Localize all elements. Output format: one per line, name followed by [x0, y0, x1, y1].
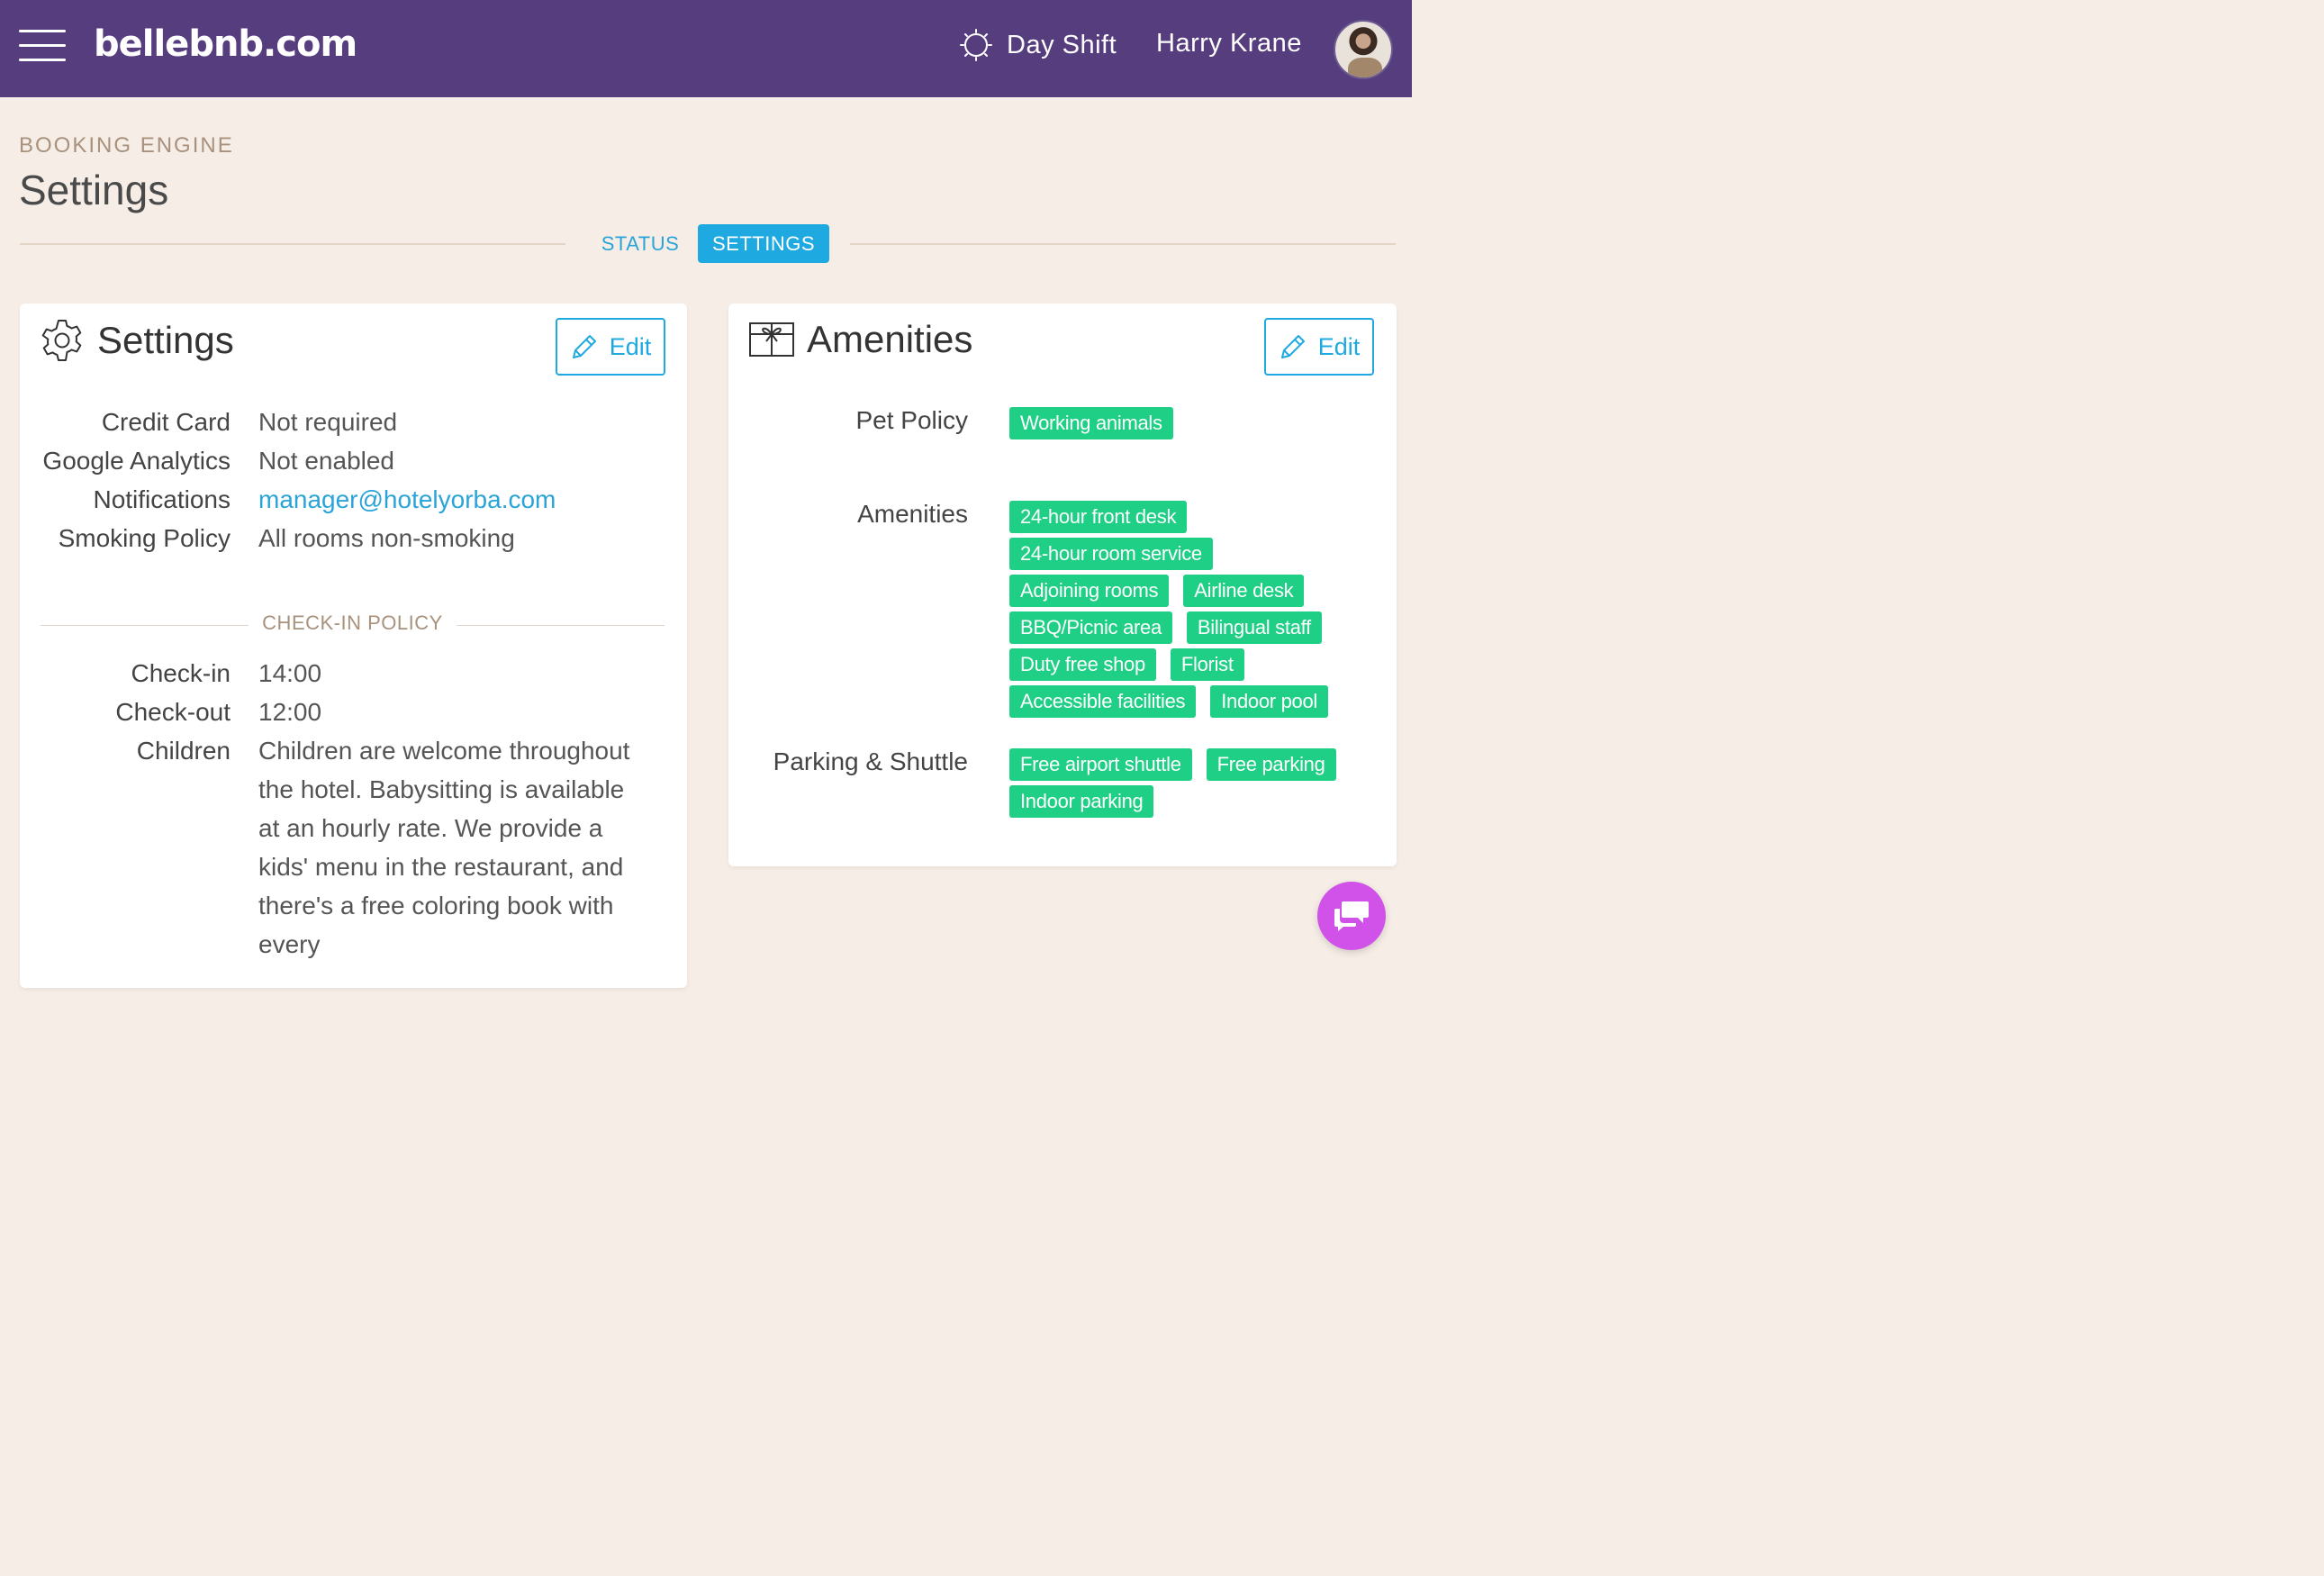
field-google-analytics: Google Analytics Not enabled	[20, 441, 394, 480]
parking-shuttle-tags: Free airport shuttle Free parking Indoor…	[1009, 748, 1370, 822]
avatar[interactable]	[1334, 20, 1393, 79]
user-name[interactable]: Harry Krane	[1156, 29, 1302, 59]
tab-status[interactable]: STATUS	[594, 224, 686, 263]
amenities-card-header: Amenities	[749, 318, 972, 361]
sun-icon	[960, 29, 992, 61]
top-bar: bellebnb.com Day Shift Harry Krane	[0, 0, 1412, 97]
field-value: All rooms non-smoking	[258, 524, 515, 552]
amenity-tag: Adjoining rooms	[1009, 575, 1170, 607]
amenity-tag: Bilingual staff	[1186, 611, 1322, 644]
parking-shuttle-label: Parking & Shuttle	[773, 747, 968, 775]
amenity-tag: Free airport shuttle	[1009, 748, 1192, 781]
field-credit-card: Credit Card Not required	[20, 403, 397, 441]
amenity-tag: Indoor pool	[1210, 685, 1329, 718]
field-check-in: Check-in 14:00	[20, 654, 322, 693]
amenities-card: Amenities Edit Pet Policy Working animal…	[728, 303, 1397, 866]
amenity-tag: Florist	[1170, 648, 1244, 681]
field-label: Credit Card	[101, 408, 231, 436]
checkin-policy-heading: CHECK-IN POLICY	[262, 611, 443, 634]
field-label: Check-in	[131, 659, 231, 687]
gear-icon	[41, 320, 82, 361]
field-label: Google Analytics	[42, 447, 231, 475]
pet-policy-tags: Working animals	[1009, 407, 1370, 444]
settings-card-title: Settings	[97, 319, 234, 361]
amenity-tag: Accessible facilities	[1009, 685, 1197, 718]
menu-icon[interactable]	[19, 30, 66, 64]
gift-icon	[749, 322, 794, 357]
notifications-email-link[interactable]: manager@hotelyorba.com	[258, 480, 556, 519]
field-value: 12:00	[258, 698, 322, 726]
brand-logo[interactable]: bellebnb.com	[94, 23, 357, 65]
field-value: Not enabled	[258, 447, 395, 475]
settings-card: Settings Edit Credit Card Not required G…	[20, 303, 687, 988]
field-label: Children	[136, 737, 231, 765]
breadcrumb: BOOKING ENGINE	[19, 133, 234, 158]
amenities-edit-button[interactable]: Edit	[1264, 318, 1374, 376]
field-value: Not required	[258, 408, 398, 436]
amenities-card-title: Amenities	[807, 318, 973, 360]
amenity-tag: 24-hour room service	[1009, 538, 1213, 570]
tab-divider-right	[850, 243, 1396, 245]
field-label: Smoking Policy	[58, 524, 231, 552]
field-label: Notifications	[93, 485, 231, 513]
amenity-tag: BBQ/Picnic area	[1009, 611, 1172, 644]
pet-policy-label: Pet Policy	[855, 406, 969, 434]
tab-settings[interactable]: SETTINGS	[698, 224, 829, 263]
field-notifications: Notifications manager@hotelyorba.com	[20, 480, 556, 519]
amenity-tag: 24-hour front desk	[1009, 501, 1188, 533]
chat-icon	[1334, 901, 1369, 931]
field-smoking-policy: Smoking Policy All rooms non-smoking	[20, 519, 515, 557]
shift-label: Day Shift	[1007, 30, 1117, 59]
field-children: Children Children are welcome throughout…	[20, 731, 646, 964]
field-check-out: Check-out 12:00	[20, 693, 321, 731]
amenities-group-label: Amenities	[857, 500, 968, 528]
field-value: Children are welcome throughout the hote…	[258, 737, 630, 958]
settings-edit-label: Edit	[609, 332, 652, 360]
chat-button[interactable]	[1317, 882, 1386, 950]
pencil-icon	[1280, 335, 1305, 358]
field-value: 14:00	[258, 659, 322, 687]
amenity-tag: Free parking	[1206, 748, 1336, 781]
page-title: Settings	[19, 167, 169, 213]
amenity-tag: Working animals	[1009, 407, 1173, 439]
settings-card-header: Settings	[40, 318, 234, 363]
shift-selector[interactable]: Day Shift	[960, 27, 1117, 63]
tab-divider-left	[20, 243, 565, 245]
field-label: Check-out	[115, 698, 231, 726]
settings-edit-button[interactable]: Edit	[556, 318, 665, 376]
amenities-tags: 24-hour front desk 24-hour room service …	[1009, 501, 1370, 722]
checkin-policy-divider: CHECK-IN POLICY	[41, 611, 665, 639]
amenity-tag: Airline desk	[1183, 575, 1305, 607]
amenities-edit-label: Edit	[1317, 332, 1361, 360]
pencil-icon	[572, 335, 596, 358]
amenity-tag: Duty free shop	[1009, 648, 1156, 681]
amenity-tag: Indoor parking	[1009, 785, 1154, 818]
